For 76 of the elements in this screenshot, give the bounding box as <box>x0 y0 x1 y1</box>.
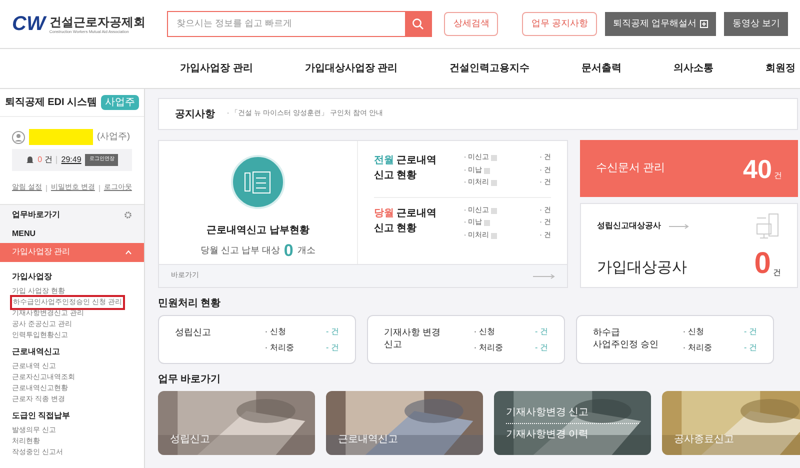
civil-value: - 건 <box>535 326 548 338</box>
search-field[interactable]: 찾으시는 정보를 쉽고 빠르게 <box>167 11 432 37</box>
target-title: 가입대상공사 <box>596 258 687 278</box>
shortcut-tile[interactable]: 근로내역신고 <box>326 391 483 455</box>
chevron-icon <box>124 250 132 254</box>
civil-label: · 신청 <box>682 326 704 338</box>
outline-button[interactable]: 업무 공지사항 <box>522 12 597 36</box>
computer-icon <box>754 212 781 240</box>
inbox-card[interactable]: 수신문서 관리 40 건 <box>580 140 798 197</box>
nav-item[interactable]: 회원정 <box>766 61 796 76</box>
tile-label[interactable]: 기재사항변경 이력 <box>506 422 639 442</box>
civil-value: - 건 <box>326 326 339 338</box>
dark-button[interactable]: 동영상 보기 <box>724 12 788 36</box>
civil-title: 성립신고 <box>174 326 212 338</box>
bell-icon <box>26 156 34 164</box>
nav-item[interactable]: 가입대상사업장 관리 <box>304 61 398 76</box>
menu-heading: MENU <box>12 228 36 240</box>
alert-count: 0 건 <box>38 154 52 166</box>
search-icon <box>412 18 424 30</box>
civil-value: - 건 <box>326 342 339 354</box>
section-heading: 민원처리 현황 <box>158 297 222 311</box>
tile-label[interactable]: 공사종료신고 <box>674 432 800 447</box>
outline-button[interactable]: 상세검색 <box>444 12 498 36</box>
civil-title: 신고 <box>384 338 403 350</box>
clipboard-icon <box>230 155 285 209</box>
user-icon <box>12 130 25 144</box>
status-title: 근로내역신고 납부현황 <box>206 224 310 238</box>
menu-group-title: 근로내역신고 <box>12 346 61 358</box>
shortcut-tile[interactable]: 기재사항변경 신고 기재사항변경 이력 <box>494 391 651 455</box>
tile-label[interactable]: 기재사항변경 신고 <box>506 404 639 420</box>
civil-label: · 처리중 <box>682 342 712 354</box>
period-title: 신고 현황 <box>374 222 418 236</box>
plus-box-icon <box>700 20 708 28</box>
civil-title: 하수급 <box>592 326 621 338</box>
period-title: 전월 근로내역 <box>374 154 438 168</box>
tile-label[interactable]: 근로내역신고 <box>338 432 471 447</box>
section-heading: 업무 바로가기 <box>158 373 222 387</box>
civil-value: - 건 <box>744 342 757 354</box>
dark-button[interactable]: 퇴직공제 업무해설서 <box>604 12 716 36</box>
active-menu[interactable]: 가입사업장 관리 <box>0 242 144 262</box>
logo-title: 건설근로자공제회 <box>49 14 146 30</box>
search-button[interactable] <box>405 12 432 36</box>
gear-icon[interactable] <box>124 210 132 218</box>
arrow-icon <box>668 224 689 228</box>
session-timer: 29:49 <box>61 154 82 166</box>
nav-item[interactable]: 의사소통 <box>674 61 714 76</box>
nav-item[interactable]: 문서출력 <box>582 61 622 76</box>
search-input[interactable]: 찾으시는 정보를 쉽고 빠르게 <box>168 17 406 31</box>
period-title: 신고 현황 <box>374 169 418 183</box>
civil-title: 사업주인정 승인 <box>592 338 660 350</box>
user-role: (사업주) <box>97 130 130 144</box>
shortcut-tile[interactable]: 성립신고 <box>158 391 315 455</box>
nav-item[interactable]: 가입사업장 관리 <box>180 61 253 76</box>
civil-label: · 처리중 <box>474 342 503 354</box>
menu-group-title: 가입사업장 <box>12 270 53 282</box>
period-title: 당월 근로내역 <box>374 206 438 220</box>
civil-label: · 신청 <box>474 326 495 338</box>
civil-value: - 건 <box>535 342 548 354</box>
tile-label[interactable]: 성립신고 <box>170 432 303 447</box>
menu-group-title: 도급인 직접납부 <box>12 410 72 422</box>
role-badge: 사업주 <box>101 95 140 110</box>
civil-title: 기재사항 변경 <box>384 326 442 338</box>
civil-label: · 신청 <box>264 326 286 338</box>
target-link[interactable]: 성립신고대상공사 <box>596 220 689 232</box>
notice-title: 공지사항 <box>174 108 215 122</box>
redacted-name <box>29 129 93 145</box>
civil-label: · 처리중 <box>264 342 294 354</box>
status-summary: 당월 신고 납부 대상 0 개소 <box>200 242 316 259</box>
civil-value: - 건 <box>744 326 757 338</box>
arrow-icon <box>532 274 555 278</box>
shortcut-tile[interactable]: 공사종료신고 <box>662 391 800 455</box>
target-count: 0 건 <box>754 249 781 279</box>
system-title: 퇴직공제 EDI 시스템 <box>4 96 98 110</box>
shortcut-heading: 업무바로가기 <box>12 208 60 220</box>
nav-item[interactable]: 건설인력고용지수 <box>450 61 530 76</box>
logo-mark: CW <box>12 14 46 34</box>
